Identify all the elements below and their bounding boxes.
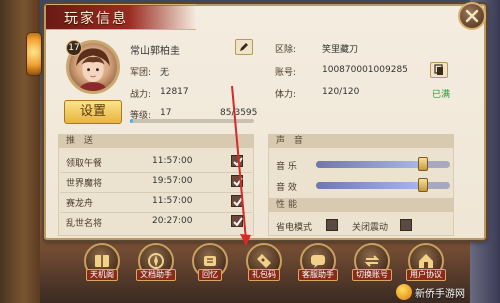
- level-badge: 17: [66, 40, 82, 56]
- level-value: 17: [160, 108, 172, 118]
- account-value: 100870001009285: [322, 65, 408, 75]
- legion-value: 无: [160, 68, 170, 78]
- push-item-checkbox[interactable]: [231, 155, 243, 167]
- push-row-divider: [60, 212, 252, 213]
- bottom-button-label[interactable]: 文档助手: [136, 269, 176, 281]
- vibration-label: 关闭震动: [352, 223, 389, 233]
- music-label: 音 乐: [276, 162, 297, 172]
- music-slider-handle[interactable]: [418, 157, 429, 171]
- push-item-time: 19:57:00: [152, 176, 193, 186]
- pencil-icon: [240, 43, 248, 51]
- push-item-time: 20:27:00: [152, 216, 193, 226]
- power-saving-label: 省电模式: [276, 223, 313, 233]
- ticket-icon: [257, 254, 271, 268]
- switch-icon: [364, 255, 380, 267]
- push-row-divider: [60, 172, 252, 173]
- music-slider[interactable]: [316, 157, 450, 171]
- copy-icon: [434, 64, 443, 75]
- lantern-icon: [26, 32, 42, 76]
- power-value: 12817: [160, 87, 189, 97]
- check-icon: [233, 217, 243, 227]
- scroll-icon: [204, 256, 216, 266]
- effect-label: 音 效: [276, 183, 297, 193]
- copy-account-button[interactable]: [430, 62, 448, 78]
- server-label: 区除:: [275, 45, 297, 55]
- music-slider-fill: [316, 161, 424, 168]
- watermark: 新侨手游网: [396, 284, 465, 300]
- power-saving-checkbox[interactable]: [326, 219, 338, 231]
- settings-button[interactable]: 设置: [64, 100, 122, 124]
- close-button[interactable]: [458, 2, 486, 30]
- account-label: 账号:: [275, 68, 297, 78]
- push-item-time: 11:57:00: [152, 156, 193, 166]
- bottom-button-label[interactable]: 回忆: [198, 269, 222, 281]
- compass-icon: [148, 253, 164, 269]
- push-item-time: 11:57:00: [152, 196, 193, 206]
- lantern-string: [33, 0, 35, 32]
- effect-slider-handle[interactable]: [418, 178, 429, 192]
- chat-icon: [311, 255, 325, 268]
- legion-label: 军团:: [130, 68, 152, 78]
- push-header: 推 送: [58, 134, 254, 148]
- stamina-value: 120/120: [322, 87, 360, 97]
- performance-header: 性能: [268, 198, 454, 212]
- bottom-button-label[interactable]: 天机阁: [86, 269, 118, 281]
- close-icon: [465, 9, 479, 23]
- push-item-label: 赛龙舟: [66, 199, 94, 209]
- check-icon: [233, 157, 243, 167]
- bottom-button-label[interactable]: 礼包码: [248, 269, 280, 281]
- sound-header: 声 音: [268, 134, 454, 148]
- title-banner: 玩家信息: [46, 4, 196, 30]
- power-label: 战力:: [130, 90, 152, 100]
- effect-slider-fill: [316, 182, 424, 189]
- player-name: 常山郭柏圭: [130, 46, 180, 57]
- push-item-checkbox[interactable]: [231, 175, 243, 187]
- check-icon: [233, 177, 243, 187]
- window-title: 玩家信息: [64, 11, 128, 27]
- bottom-button-label[interactable]: 客服助手: [298, 269, 338, 281]
- push-row-divider: [60, 192, 252, 193]
- effect-slider[interactable]: [316, 178, 450, 192]
- bottom-button-label[interactable]: 用户协议: [406, 269, 446, 281]
- exp-progress-bar: [130, 119, 254, 123]
- push-item-label: 世界魔将: [66, 179, 103, 189]
- stamina-label: 体力:: [275, 90, 297, 100]
- push-item-label: 领取午餐: [66, 159, 103, 169]
- vibration-checkbox[interactable]: [400, 219, 412, 231]
- exp-text: 85/3595: [220, 108, 258, 118]
- watermark-text: 新侨手游网: [415, 288, 465, 300]
- stamina-status: 已满: [432, 90, 451, 100]
- push-item-checkbox[interactable]: [231, 215, 243, 227]
- bottom-button-label[interactable]: 切换账号: [352, 269, 392, 281]
- edit-name-button[interactable]: [235, 39, 253, 55]
- watermark-logo-icon: [396, 284, 412, 300]
- push-item-checkbox[interactable]: [231, 195, 243, 207]
- server-value: 笑里藏刀: [322, 45, 359, 55]
- home-icon: [419, 254, 433, 268]
- book-icon: [95, 255, 109, 267]
- push-item-label: 乱世名将: [66, 219, 103, 229]
- check-icon: [233, 197, 243, 207]
- exp-progress-fill: [130, 119, 133, 123]
